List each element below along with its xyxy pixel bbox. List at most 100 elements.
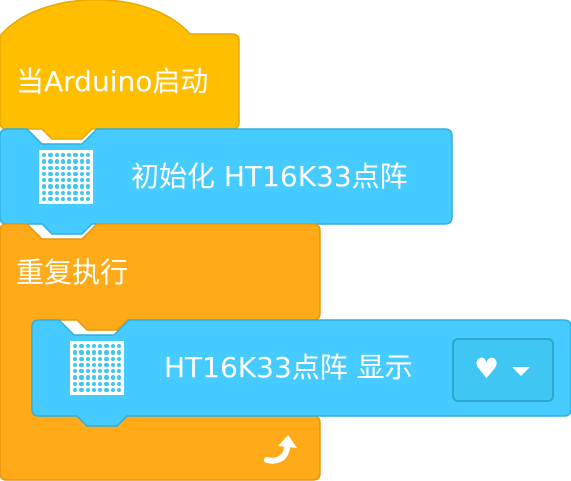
display-block-label: HT16K33点阵 显示 [164, 351, 413, 384]
led-dot [48, 159, 53, 164]
led-dot [85, 350, 90, 355]
led-dot [54, 178, 59, 183]
led-dot [48, 196, 53, 201]
led-dot [110, 344, 115, 349]
led-dot [104, 356, 109, 361]
led-dot [104, 375, 109, 380]
led-dot [73, 190, 78, 195]
led-dot [60, 178, 65, 183]
led-dot [79, 381, 84, 386]
led-dot [42, 171, 47, 176]
led-dot [73, 387, 78, 392]
led-dot [79, 362, 84, 367]
led-dot [104, 350, 109, 355]
led-dot [67, 178, 72, 183]
led-dot [79, 178, 84, 183]
led-dot [79, 184, 84, 189]
led-dot [67, 190, 72, 195]
led-dot [67, 184, 72, 189]
chevron-down-icon [512, 367, 530, 376]
led-matrix-icon [39, 150, 93, 204]
led-dot [79, 159, 84, 164]
led-dot [54, 159, 59, 164]
led-dot [116, 362, 121, 367]
led-dot [42, 178, 47, 183]
led-dot [110, 356, 115, 361]
led-dot [98, 381, 103, 386]
led-dot [104, 369, 109, 374]
led-dot [98, 344, 103, 349]
led-dot [98, 356, 103, 361]
led-dot [48, 184, 53, 189]
dropdown-selected-value: ♥ [474, 352, 500, 385]
led-dot [42, 165, 47, 170]
led-dot [73, 165, 78, 170]
led-dot [91, 362, 96, 367]
led-dot [110, 387, 115, 392]
led-dot [98, 387, 103, 392]
led-dot [79, 375, 84, 380]
led-dot [79, 190, 84, 195]
led-dot [42, 190, 47, 195]
led-dot [67, 153, 72, 158]
led-dot [60, 184, 65, 189]
led-dot [73, 171, 78, 176]
led-dot [60, 196, 65, 201]
led-dot [60, 165, 65, 170]
led-dot [73, 196, 78, 201]
led-dot [54, 153, 59, 158]
led-dot [67, 165, 72, 170]
led-dot [91, 381, 96, 386]
led-dot [91, 387, 96, 392]
led-dot [110, 369, 115, 374]
led-dot [48, 153, 53, 158]
led-dot [73, 344, 78, 349]
led-dot [79, 369, 84, 374]
led-dot [116, 350, 121, 355]
led-dot [79, 165, 84, 170]
led-dot [116, 356, 121, 361]
hat-block-label: 当Arduino启动 [16, 65, 209, 98]
led-matrix-icon [70, 341, 124, 395]
led-dot [85, 165, 90, 170]
led-dot [60, 190, 65, 195]
led-dot [48, 165, 53, 170]
loop-arrow-icon [264, 435, 297, 464]
led-dot [91, 350, 96, 355]
led-dot [85, 171, 90, 176]
led-dot [60, 159, 65, 164]
led-dot [60, 153, 65, 158]
led-dot [85, 184, 90, 189]
led-dot [73, 375, 78, 380]
forever-block-label: 重复执行 [16, 256, 129, 289]
pattern-dropdown[interactable]: ♥ [452, 338, 554, 402]
led-dot [54, 184, 59, 189]
led-dot [85, 196, 90, 201]
led-dot [85, 190, 90, 195]
led-dot [85, 159, 90, 164]
led-dot [116, 381, 121, 386]
led-dot [79, 196, 84, 201]
led-dot [116, 387, 121, 392]
led-dot [79, 356, 84, 361]
led-dot [104, 362, 109, 367]
led-dot [85, 369, 90, 374]
led-dot [67, 171, 72, 176]
led-dot [85, 387, 90, 392]
led-dot [85, 362, 90, 367]
led-dot [73, 381, 78, 386]
led-dot [73, 159, 78, 164]
led-dot [73, 350, 78, 355]
led-dot [116, 344, 121, 349]
led-dot [85, 178, 90, 183]
led-dot [67, 159, 72, 164]
led-dot [91, 375, 96, 380]
led-dot [91, 369, 96, 374]
led-dot [85, 381, 90, 386]
led-dot [110, 381, 115, 386]
init-block-label: 初始化 HT16K33点阵 [131, 160, 408, 193]
led-dot [54, 196, 59, 201]
led-dot [73, 356, 78, 361]
led-dot [54, 171, 59, 176]
led-dot [104, 381, 109, 386]
